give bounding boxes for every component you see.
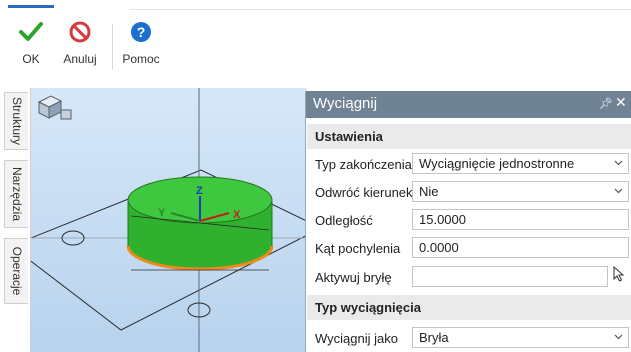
tab-tools-label: Narzędzia (9, 166, 24, 222)
end-type-label: Typ zakończenia (315, 157, 412, 172)
app-window: OK Anuluj ? Pomoc Struktury Narzędzia Op… (0, 0, 631, 352)
distance-input[interactable]: 15.0000 (412, 209, 629, 230)
settings-section-header[interactable]: Ustawienia (307, 124, 631, 149)
pin-icon[interactable]: 📌︎ (599, 97, 613, 110)
help-button[interactable]: ? Pomoc (119, 20, 163, 70)
taper-value: 0.0000 (419, 240, 459, 255)
side-tab-bar: Struktury Narzędzia Operacje (0, 88, 31, 352)
ok-button[interactable]: OK (9, 20, 53, 70)
taper-input[interactable]: 0.0000 (412, 237, 629, 258)
reverse-label: Odwróć kierunek (315, 185, 413, 200)
tab-operations[interactable]: Operacje (4, 238, 28, 304)
3d-viewport[interactable]: Z Y X (31, 88, 307, 352)
activate-label: Aktywuj bryłę (315, 270, 392, 285)
end-type-select[interactable]: Wyciągnięcie jednostronne (412, 153, 629, 174)
distance-label: Odległość (315, 213, 373, 228)
reverse-select[interactable]: Nie (412, 181, 629, 202)
active-tab-indicator (8, 5, 54, 8)
extrude-type-header-label: Typ wyciągnięcia (315, 300, 421, 315)
help-icon: ? (131, 22, 151, 42)
svg-text:?: ? (137, 24, 146, 40)
ribbon-separator (112, 24, 113, 70)
panel-title: Wyciągnij (313, 95, 378, 112)
extrude-as-value: Bryła (419, 330, 449, 345)
tab-tools[interactable]: Narzędzia (4, 160, 28, 228)
axis-x-label: X (233, 209, 241, 221)
ok-label: OK (22, 52, 40, 66)
chevron-down-icon (614, 188, 623, 194)
cancel-button[interactable]: Anuluj (58, 20, 102, 70)
tab-structures-label: Struktury (9, 96, 24, 146)
end-type-value: Wyciągnięcie jednostronne (419, 156, 575, 171)
help-label: Pomoc (122, 52, 160, 66)
cancel-label: Anuluj (63, 52, 97, 66)
extrude-as-label: Wyciągnij jako (315, 331, 398, 346)
chevron-down-icon (614, 334, 623, 340)
panel-title-bar[interactable]: Wyciągnij 📌︎ ✕ (306, 91, 631, 118)
prohibited-icon (69, 21, 91, 43)
taper-label: Kąt pochylenia (315, 241, 401, 256)
activate-input[interactable] (412, 266, 608, 287)
extrude-panel: Wyciągnij 📌︎ ✕ Ustawienia Typ zakończeni… (305, 91, 631, 352)
viewport-canvas: Z Y X (31, 88, 307, 352)
close-icon[interactable]: ✕ (615, 94, 627, 111)
distance-value: 15.0000 (419, 212, 466, 227)
chevron-down-icon (614, 160, 623, 166)
reverse-value: Nie (419, 184, 439, 199)
ribbon-top-bar (130, 2, 631, 10)
tab-operations-label: Operacje (9, 246, 24, 296)
view-cube-icon[interactable] (37, 95, 72, 120)
settings-header-label: Ustawienia (315, 129, 383, 144)
axis-z-label: Z (196, 185, 203, 197)
tab-structures[interactable]: Struktury (4, 92, 28, 150)
axis-y-label: Y (158, 207, 166, 219)
extrude-as-select[interactable]: Bryła (412, 327, 629, 348)
select-cursor-icon[interactable] (613, 266, 625, 282)
ribbon-toolbar: OK Anuluj ? Pomoc (0, 0, 631, 90)
checkmark-icon (19, 22, 43, 41)
extrude-type-section-header[interactable]: Typ wyciągnięcia (307, 295, 631, 320)
